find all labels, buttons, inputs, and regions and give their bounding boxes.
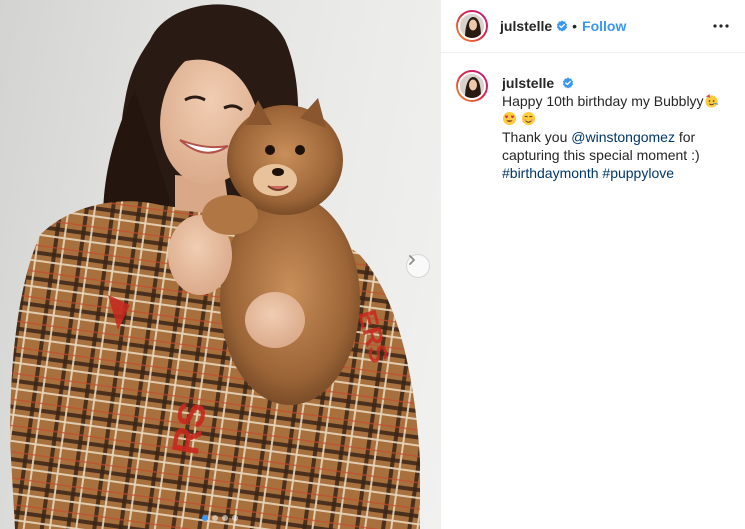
profile-picture [460, 14, 484, 38]
heart-eyes-emoji-icon [502, 111, 517, 126]
avatar[interactable] [456, 10, 488, 42]
carousel-dot [222, 515, 228, 521]
caption-line-birthday: Happy 10th birthday my Bubblyy [502, 93, 704, 109]
caption-thanks-suffix: for [674, 129, 696, 145]
instagram-post-modal: RS ERS julstelle • Follow julstelle Happ… [0, 0, 745, 529]
verified-badge-icon [557, 20, 568, 32]
caption-thanks-prefix: Thank you [502, 129, 572, 145]
post-caption: julstelle Happy 10th birthday my Bubblyy [441, 53, 745, 182]
caption-avatar[interactable] [456, 70, 488, 102]
carousel-next-button[interactable] [406, 254, 430, 278]
ellipsis-icon [713, 24, 729, 28]
post-photo[interactable]: RS ERS [0, 0, 440, 529]
mention-link[interactable]: @winstongomez [571, 129, 675, 145]
profile-picture [460, 74, 484, 98]
verified-badge-icon [562, 77, 574, 89]
post-sidebar: julstelle • Follow julstelle Happy 10th … [440, 0, 745, 529]
carousel-dot [232, 515, 238, 521]
party-face-emoji-icon [704, 93, 718, 108]
hashtag-link[interactable]: #birthdaymonth [502, 165, 599, 181]
photo-illustration: RS ERS [10, 4, 420, 529]
carousel-dot [212, 515, 218, 521]
caption-line-moment: capturing this special moment :) [502, 147, 700, 163]
caption-text: julstelle Happy 10th birthday my Bubblyy [502, 70, 729, 182]
carousel-dot-active [202, 515, 208, 521]
chevron-right-icon [409, 255, 415, 265]
smiling-blush-emoji-icon [521, 111, 535, 126]
post-header: julstelle • Follow [441, 0, 745, 53]
more-options-button[interactable] [709, 14, 733, 38]
header-separator: • [572, 18, 578, 34]
username-link[interactable]: julstelle [500, 18, 552, 34]
caption-username[interactable]: julstelle [502, 74, 554, 92]
hashtag-link[interactable]: #puppylove [602, 165, 674, 181]
carousel-pager [0, 515, 440, 521]
follow-button[interactable]: Follow [582, 18, 626, 34]
